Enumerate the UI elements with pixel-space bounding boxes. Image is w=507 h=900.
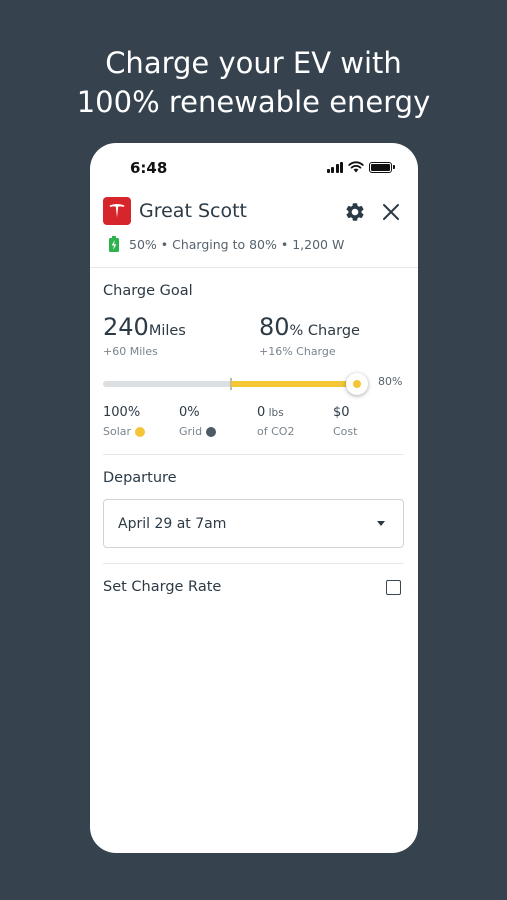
stat-grid-label: Grid bbox=[179, 425, 203, 438]
slider-track-current bbox=[103, 381, 231, 387]
wifi-icon bbox=[348, 161, 364, 173]
close-icon[interactable] bbox=[380, 201, 402, 223]
charging-status: 50% • Charging to 80% • 1,200 W bbox=[109, 236, 344, 252]
phone-screen: 6:48 Great Scott 50% • Charging to 80% •… bbox=[90, 143, 418, 853]
stat-co2-label: of CO2 bbox=[257, 425, 295, 438]
miles-delta: +60 Miles bbox=[103, 345, 158, 358]
slider-track-target bbox=[231, 381, 356, 387]
departure-title: Departure bbox=[103, 470, 177, 486]
caret-down-icon bbox=[377, 521, 385, 526]
stat-grid: 0% Grid bbox=[179, 405, 217, 438]
stat-co2: 0 lbs of CO2 bbox=[257, 405, 294, 438]
battery-status-icon bbox=[369, 161, 395, 173]
promo-headline-line-1: Charge your EV with bbox=[105, 46, 402, 80]
promo-headline-line-2: 100% renewable energy bbox=[76, 85, 431, 119]
promo-headline: Charge your EV with 100% renewable energ… bbox=[0, 44, 507, 122]
tesla-logo-icon bbox=[103, 197, 131, 225]
departure-dropdown[interactable]: April 29 at 7am bbox=[103, 499, 404, 548]
charge-value: 80 bbox=[259, 313, 290, 341]
set-charge-rate-checkbox[interactable] bbox=[386, 580, 401, 595]
solar-dot-icon bbox=[135, 426, 146, 437]
charge-goal-slider[interactable] bbox=[103, 373, 368, 395]
miles-metric: 240Miles bbox=[103, 313, 186, 341]
grid-dot-icon bbox=[206, 426, 217, 437]
stat-solar-label: Solar bbox=[103, 425, 132, 438]
slider-thumb[interactable] bbox=[346, 373, 368, 395]
charge-metric: 80% Charge bbox=[259, 313, 360, 341]
stat-solar-value: 100 bbox=[103, 405, 128, 420]
stat-cost-label: Cost bbox=[333, 425, 358, 438]
ios-status-bar: 6:48 bbox=[90, 143, 418, 191]
departure-divider bbox=[103, 563, 404, 564]
charge-delta: +16% Charge bbox=[259, 345, 336, 358]
settings-gear-icon[interactable] bbox=[344, 201, 366, 223]
slider-target-label: 80% bbox=[378, 375, 403, 388]
stat-cost-value: $0 bbox=[333, 405, 350, 420]
stat-grid-unit: % bbox=[187, 405, 200, 420]
stat-cost: $0 Cost bbox=[333, 405, 357, 438]
miles-value: 240 bbox=[103, 313, 149, 341]
charge-goal-title: Charge Goal bbox=[103, 283, 193, 299]
miles-unit: Miles bbox=[148, 323, 186, 339]
charge-unit: % Charge bbox=[289, 323, 360, 339]
stat-solar: 100% Solar bbox=[103, 405, 146, 438]
stat-co2-unit: lbs bbox=[265, 407, 284, 419]
set-charge-rate-label: Set Charge Rate bbox=[103, 579, 222, 595]
vehicle-name: Great Scott bbox=[139, 200, 247, 222]
stat-solar-unit: % bbox=[127, 405, 141, 420]
cellular-signal-icon bbox=[326, 161, 343, 173]
status-icons bbox=[326, 161, 395, 173]
status-time: 6:48 bbox=[130, 159, 168, 177]
departure-value: April 29 at 7am bbox=[118, 516, 227, 532]
header-divider bbox=[90, 267, 418, 268]
charging-status-text: 50% • Charging to 80% • 1,200 W bbox=[129, 236, 345, 252]
vehicle-header: Great Scott 50% • Charging to 80% • 1,20… bbox=[90, 195, 418, 267]
battery-charging-icon bbox=[109, 236, 119, 252]
charge-goal-divider bbox=[103, 454, 404, 455]
